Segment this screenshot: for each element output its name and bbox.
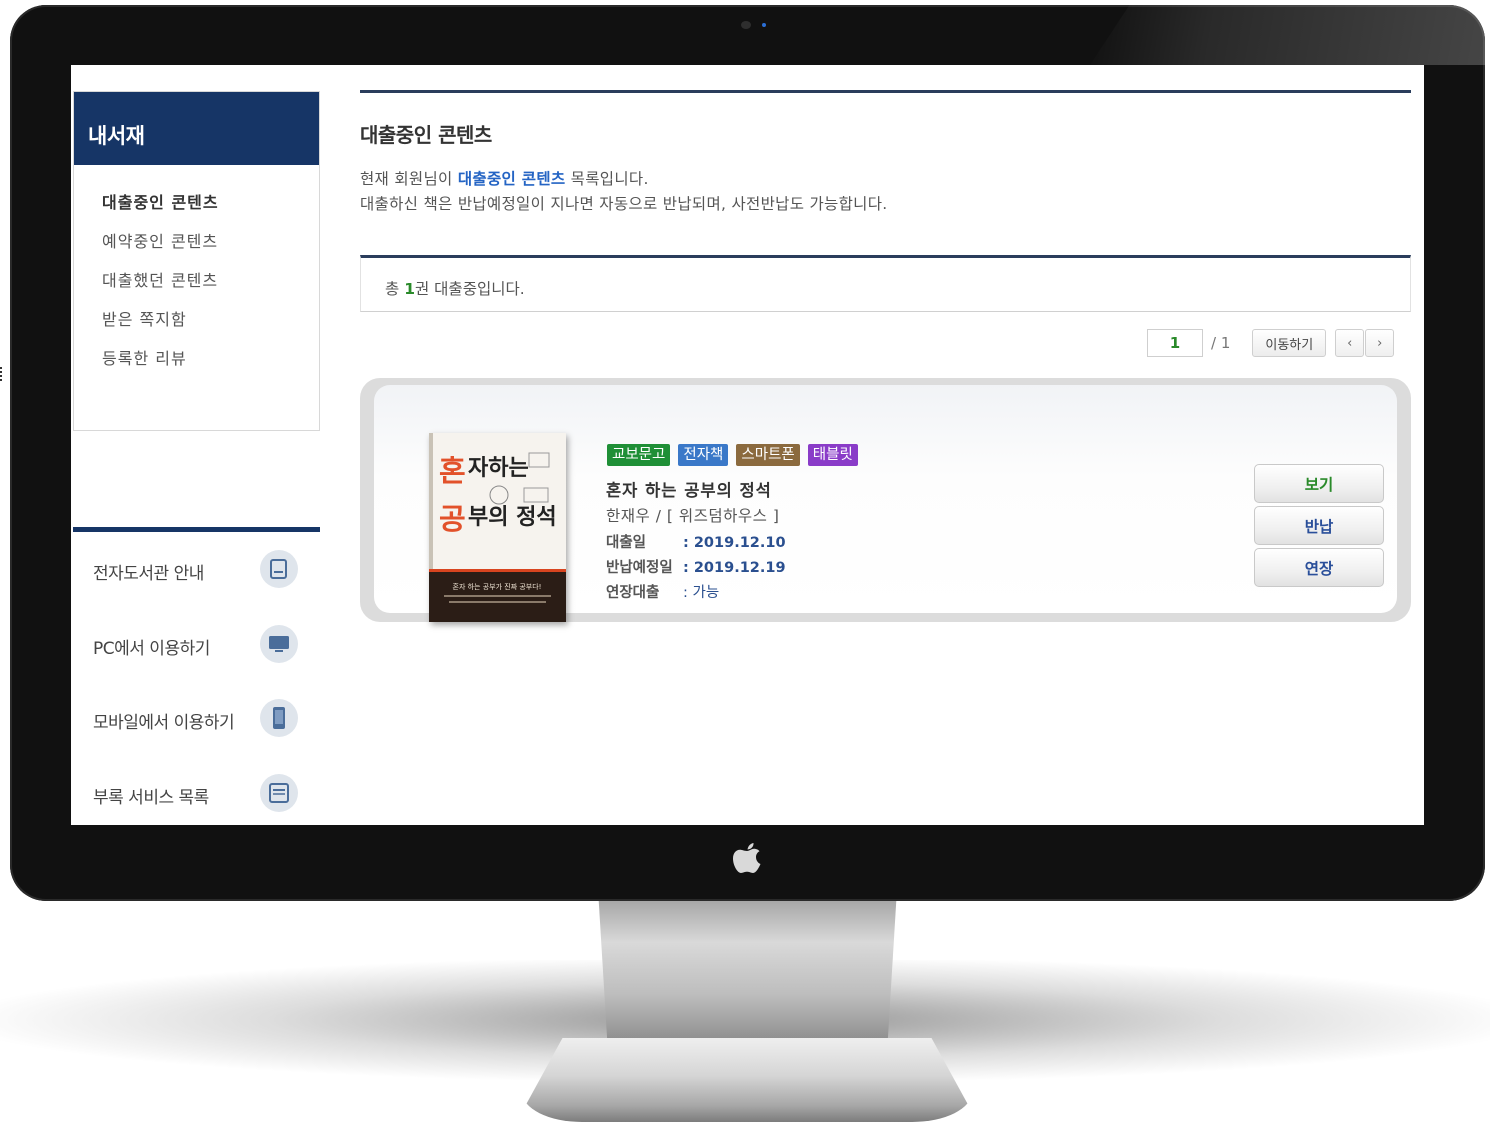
book-cover[interactable]: 혼 공 자하는 부의 정석 혼자 하는 공부가 진짜 공부다! <box>429 433 566 622</box>
sidebar-item-reserved[interactable]: 예약중인 콘텐츠 <box>102 228 319 267</box>
summary-suffix: 권 대출중입니다. <box>414 280 525 298</box>
book-author-publisher: 한재우 / [ 위즈덤하우스 ] <box>606 507 780 525</box>
sidebar-item-borrowed[interactable]: 대출중인 콘텐츠 <box>102 189 319 228</box>
description-prefix: 현재 회원님이 <box>360 170 458 188</box>
top-rule <box>360 90 1411 93</box>
go-to-page-button[interactable]: 이동하기 <box>1252 329 1327 357</box>
extend-row: 연장대출 : 가능 <box>606 581 719 602</box>
apple-logo-icon <box>733 843 761 873</box>
guide-list: 전자도서관 안내 PC에서 이용하기 모바일에서 이용하기 부록 서비스 목록 <box>73 535 320 825</box>
guide-divider <box>73 527 320 532</box>
monitor-stand-neck <box>598 890 897 1040</box>
edge-mark <box>0 367 3 381</box>
book-card-inner: 혼 공 자하는 부의 정석 혼자 하는 공부가 진짜 공부다! 교보문고 전자책… <box>374 385 1397 622</box>
guide-item-mobile[interactable]: 모바일에서 이용하기 <box>73 684 320 759</box>
loan-count: 1 <box>404 280 415 298</box>
description-suffix: 목록입니다. <box>565 170 649 188</box>
cover-tagline: 혼자 하는 공부가 진짜 공부다! <box>453 582 542 591</box>
extend-value: : 가능 <box>683 585 720 601</box>
return-button[interactable]: 반납 <box>1254 506 1384 545</box>
view-button[interactable]: 보기 <box>1254 464 1384 503</box>
guide-item-label: PC에서 이용하기 <box>93 638 210 659</box>
page-number-input[interactable] <box>1147 329 1203 357</box>
guide-item-label: 전자도서관 안내 <box>93 564 204 584</box>
cover-title-rest-2: 부의 정석 <box>468 505 557 530</box>
loan-date-value: : 2019.12.10 <box>683 535 786 551</box>
book-card: 혼 공 자하는 부의 정석 혼자 하는 공부가 진짜 공부다! 교보문고 전자책… <box>360 378 1411 622</box>
description-line-1: 현재 회원님이 대출중인 콘텐츠 목록입니다. <box>360 167 888 192</box>
loan-date-label: 대출일 <box>606 535 647 551</box>
loan-summary: 총 1권 대출중입니다. <box>360 255 1411 312</box>
monitor-icon <box>260 624 298 663</box>
due-date-label: 반납예정일 <box>606 560 673 576</box>
monitor-stand-base <box>522 1038 972 1122</box>
tag-ebook: 전자책 <box>678 444 729 466</box>
sidebar-item-messages[interactable]: 받은 쪽지함 <box>102 306 319 345</box>
sidebar-item-reviews[interactable]: 등록한 리뷰 <box>102 345 319 384</box>
sidebar-item-history[interactable]: 대출했던 콘텐츠 <box>102 267 319 306</box>
loan-date-row: 대출일 : 2019.12.10 <box>606 531 786 552</box>
cover-title-char-1: 혼 <box>439 454 466 488</box>
screen: 내서재 대출중인 콘텐츠 예약중인 콘텐츠 대출했던 콘텐츠 받은 쪽지함 등록… <box>71 65 1424 825</box>
due-date-row: 반납예정일 : 2019.12.19 <box>606 556 786 577</box>
extend-button[interactable]: 연장 <box>1254 548 1384 587</box>
tag-kyobo: 교보문고 <box>607 444 671 466</box>
bezel-gloss <box>1090 5 1485 65</box>
sidebar-menu: 대출중인 콘텐츠 예약중인 콘텐츠 대출했던 콘텐츠 받은 쪽지함 등록한 리뷰 <box>74 165 319 384</box>
book-icon <box>260 550 298 588</box>
guide-item-library-info[interactable]: 전자도서관 안내 <box>73 535 320 610</box>
description-line-2: 대출하신 책은 반납예정일이 지나면 자동으로 반납되며, 사전반납도 가능합니… <box>360 195 888 213</box>
mobile-icon <box>260 699 298 737</box>
extend-label: 연장대출 <box>606 585 660 601</box>
main-content: 대출중인 콘텐츠 현재 회원님이 대출중인 콘텐츠 목록입니다. 대출하신 책은… <box>360 65 1412 825</box>
page-title: 대출중인 콘텐츠 <box>360 123 492 147</box>
sidebar-title: 내서재 <box>74 92 319 165</box>
book-title[interactable]: 혼자 하는 공부의 정석 <box>606 477 772 501</box>
summary-prefix: 총 <box>385 280 405 298</box>
guide-item-label: 부록 서비스 목록 <box>93 787 209 808</box>
tag-smartphone: 스마트폰 <box>736 444 800 466</box>
pagination: / 1 이동하기 ‹ › <box>1147 329 1395 357</box>
format-tags: 교보문고 전자책 스마트폰 태블릿 <box>607 444 858 466</box>
book-cover-art: 혼 공 자하는 부의 정석 혼자 하는 공부가 진짜 공부다! <box>429 433 566 622</box>
camera-icon <box>741 21 751 29</box>
due-date-value: : 2019.12.19 <box>683 560 786 576</box>
tag-tablet: 태블릿 <box>807 444 858 466</box>
guide-item-appendix[interactable]: 부록 서비스 목록 <box>73 759 320 826</box>
camera-light-icon <box>762 23 766 27</box>
total-pages: / 1 <box>1211 334 1231 352</box>
guide-item-label: 모바일에서 이용하기 <box>93 713 235 733</box>
next-page-button[interactable]: › <box>1365 329 1395 357</box>
description-highlight: 대출중인 콘텐츠 <box>457 170 566 188</box>
prev-page-button[interactable]: ‹ <box>1335 329 1365 357</box>
sidebar: 내서재 대출중인 콘텐츠 예약중인 콘텐츠 대출했던 콘텐츠 받은 쪽지함 등록… <box>73 91 320 431</box>
guide-item-pc[interactable]: PC에서 이용하기 <box>73 610 320 685</box>
list-icon <box>260 773 298 812</box>
cover-title-char-2: 공 <box>439 502 466 536</box>
cover-title-rest-1: 자하는 <box>468 456 529 481</box>
page-description: 현재 회원님이 대출중인 콘텐츠 목록입니다. 대출하신 책은 반납예정일이 지… <box>360 167 888 217</box>
